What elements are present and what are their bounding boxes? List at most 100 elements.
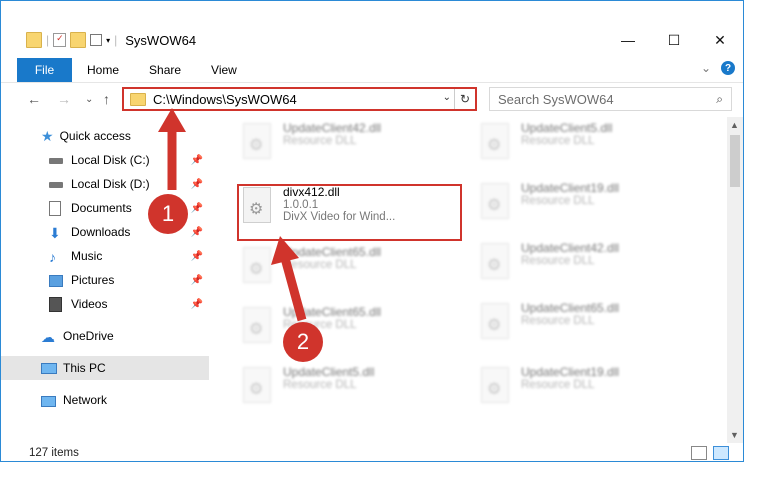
sidebar-item-local-disk-d[interactable]: Local Disk (D:) 📌 <box>1 172 209 196</box>
minimize-button[interactable]: — <box>605 23 651 57</box>
file-item[interactable]: ⚙ UpdateClient5.dll Resource DLL <box>475 121 675 173</box>
window-title: SysWOW64 <box>125 32 197 48</box>
search-input[interactable]: Search SysWOW64 ⌕ <box>489 87 732 111</box>
sidebar-item-quick-access[interactable]: ★ Quick access <box>1 124 209 148</box>
tab-view[interactable]: View <box>196 58 252 82</box>
file-item[interactable]: ⚙ UpdateClient65.dll Resource DLL <box>475 301 675 353</box>
file-item[interactable]: ⚙ UpdateClient42.dll Resource DLL <box>237 121 437 173</box>
sidebar-item-this-pc[interactable]: This PC <box>1 356 209 380</box>
pin-icon[interactable]: 📌 <box>191 203 203 214</box>
file-name: UpdateClient65.dll <box>283 305 382 319</box>
pin-icon[interactable]: 📌 <box>191 179 203 190</box>
sidebar-item-label: Network <box>63 393 108 407</box>
back-button[interactable]: ← <box>27 91 41 107</box>
maximize-button[interactable]: ☐ <box>651 23 697 57</box>
sidebar-item-label: Local Disk (C:) <box>71 153 150 167</box>
sidebar-item-label: Local Disk (D:) <box>71 177 150 191</box>
network-icon <box>41 393 56 407</box>
sidebar-item-label: Quick access <box>59 129 131 143</box>
chevron-down-icon[interactable]: ▾ <box>106 36 110 45</box>
file-type: Resource DLL <box>283 135 357 147</box>
vertical-scrollbar[interactable]: ▲ ▼ <box>727 117 743 443</box>
search-placeholder: Search SysWOW64 <box>498 91 614 107</box>
computer-icon <box>41 361 57 375</box>
sidebar-item-videos[interactable]: Videos 📌 <box>1 292 209 316</box>
documents-icon <box>49 201 63 216</box>
folder-icon <box>26 32 42 48</box>
sidebar-item-label: Pictures <box>71 273 115 287</box>
scroll-down-icon[interactable]: ▼ <box>730 430 739 440</box>
new-folder-icon[interactable] <box>70 32 87 48</box>
file-name: UpdateClient65.dll <box>521 301 620 315</box>
music-icon: ♪ <box>49 249 56 265</box>
file-item[interactable]: ⚙ UpdateClient19.dll Resource DLL <box>475 181 675 233</box>
sidebar-item-pictures[interactable]: Pictures 📌 <box>1 268 209 292</box>
navigation-pane: ★ Quick access Local Disk (C:) 📌 Local D… <box>1 123 211 441</box>
dll-file-icon: ⚙ <box>237 121 273 165</box>
tiles-view-icon[interactable] <box>713 446 729 460</box>
pin-icon[interactable]: 📌 <box>191 155 203 166</box>
file-name: UpdateClient5.dll <box>521 121 613 135</box>
file-highlight-box <box>237 184 462 241</box>
tab-home[interactable]: Home <box>72 58 134 82</box>
ribbon-tabs: File Home Share View ⌄ ? <box>1 58 743 83</box>
sidebar-item-music[interactable]: ♪ Music 📌 <box>1 244 209 268</box>
address-path[interactable]: C:\Windows\SysWOW64 <box>153 92 297 107</box>
pin-icon[interactable]: 📌 <box>191 227 203 238</box>
dll-file-icon: ⚙ <box>475 181 511 225</box>
dll-file-icon: ⚙ <box>237 245 273 289</box>
dll-file-icon: ⚙ <box>475 301 511 345</box>
cloud-icon: ☁ <box>41 329 55 345</box>
sidebar-item-label: OneDrive <box>63 329 114 343</box>
file-type: Resource DLL <box>283 379 357 391</box>
dll-file-icon: ⚙ <box>237 305 273 349</box>
address-dropdown-icon[interactable]: ⌄ <box>443 92 451 103</box>
help-icon[interactable]: ? <box>721 61 735 75</box>
file-item[interactable]: ⚙ UpdateClient65.dll Resource DLL <box>237 305 437 357</box>
pin-icon[interactable]: 📌 <box>191 299 203 310</box>
sidebar-item-local-disk-c[interactable]: Local Disk (C:) 📌 <box>1 148 209 172</box>
file-item[interactable]: ⚙ UpdateClient19.dll Resource DLL <box>475 365 675 417</box>
details-view-icon[interactable] <box>691 446 707 460</box>
close-button[interactable]: ✕ <box>697 23 743 57</box>
dll-file-icon: ⚙ <box>475 365 511 409</box>
pin-icon[interactable]: 📌 <box>191 275 203 286</box>
step-1-badge: 1 <box>148 194 188 234</box>
sidebar-item-onedrive[interactable]: ☁ OneDrive <box>1 324 209 348</box>
customize-icon[interactable] <box>90 34 103 46</box>
quick-access-toolbar: | ✓ ▾ | <box>26 32 117 48</box>
sidebar-item-label: Music <box>71 249 103 263</box>
tab-file[interactable]: File <box>17 58 72 82</box>
recent-locations-button[interactable]: ⌄ <box>85 94 93 105</box>
up-button[interactable]: ↑ <box>103 91 110 107</box>
file-name: UpdateClient42.dll <box>521 241 620 255</box>
file-item[interactable]: ⚙ UpdateClient65.dll Resource DLL <box>237 245 437 297</box>
search-icon[interactable]: ⌕ <box>716 92 723 107</box>
item-count: 127 items <box>29 447 79 459</box>
navigation-bar: ← → ⌄ ↑ C:\Windows\SysWOW64 ⌄ ↻ Search S… <box>1 85 743 115</box>
file-name: UpdateClient5.dll <box>283 365 375 379</box>
refresh-button[interactable]: ↻ <box>454 89 475 109</box>
file-type: Resource DLL <box>521 315 595 327</box>
dll-file-icon: ⚙ <box>237 365 273 409</box>
forward-button[interactable]: → <box>57 91 71 107</box>
file-type: Resource DLL <box>521 379 595 391</box>
downloads-icon: ⬇ <box>49 225 61 241</box>
file-name: UpdateClient42.dll <box>283 121 382 135</box>
scrollbar-thumb[interactable] <box>730 135 740 187</box>
background <box>0 462 769 482</box>
properties-icon[interactable]: ✓ <box>53 33 67 47</box>
address-bar[interactable]: C:\Windows\SysWOW64 ⌄ ↻ <box>122 87 477 111</box>
drive-icon <box>49 177 63 191</box>
videos-icon <box>49 297 63 312</box>
pin-icon[interactable]: 📌 <box>191 251 203 262</box>
sidebar-item-label: This PC <box>63 361 106 375</box>
explorer-window: | ✓ ▾ | SysWOW64 — ☐ ✕ File Home Share V… <box>0 0 744 462</box>
file-item[interactable]: ⚙ UpdateClient5.dll Resource DLL <box>237 365 437 417</box>
tab-share[interactable]: Share <box>134 58 196 82</box>
expand-ribbon-icon[interactable]: ⌄ <box>701 61 711 75</box>
scroll-up-icon[interactable]: ▲ <box>730 120 739 130</box>
file-item[interactable]: ⚙ UpdateClient42.dll Resource DLL <box>475 241 675 293</box>
dll-file-icon: ⚙ <box>475 241 511 285</box>
sidebar-item-network[interactable]: Network <box>1 388 209 412</box>
